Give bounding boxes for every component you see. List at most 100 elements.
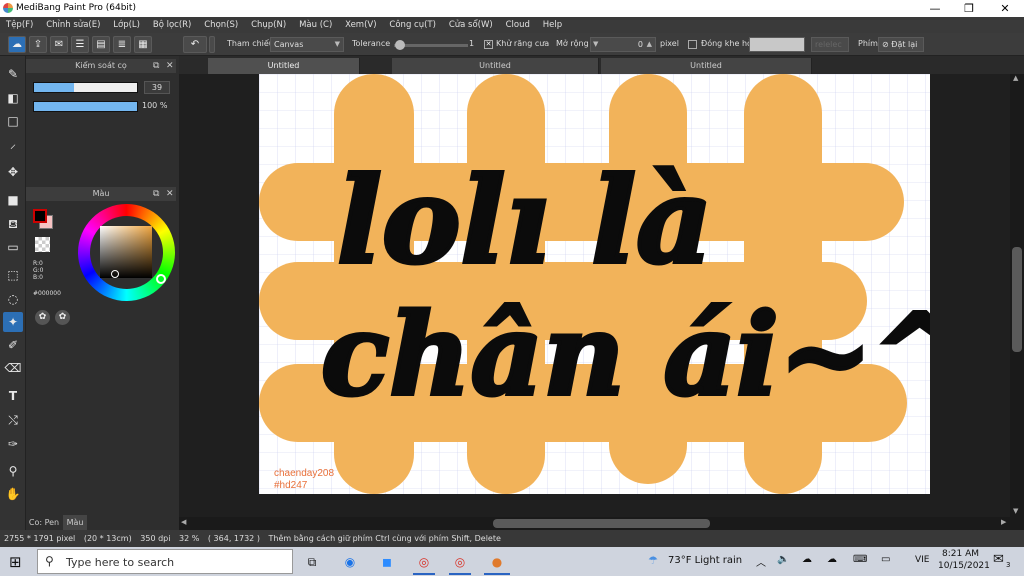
weather-text[interactable]: 73°F Light rain [668,555,742,566]
relelec-select[interactable]: relelec [811,37,849,52]
tolerance-knob[interactable] [395,40,406,50]
antialias-checkbox[interactable]: ✕ [484,40,493,49]
text-tool-icon[interactable]: T [3,386,23,406]
color-picker-ring[interactable] [111,270,119,278]
maximize-button[interactable]: ❐ [952,0,986,17]
input-language[interactable]: VIE [915,555,930,565]
cloud-icon[interactable]: ☁ [8,36,26,53]
expand-stepper[interactable]: ▼ 0 ▲ [590,37,656,52]
operation-tool-icon[interactable]: ⤭ [3,410,23,430]
notification-count: 3 [1006,561,1011,569]
scroll-up-icon[interactable]: ▲ [1013,74,1018,82]
tab-color[interactable]: Màu [63,515,87,530]
undock-icon[interactable]: ⧉ [153,59,159,73]
drawing-canvas[interactable]: lolı là chân ái~^ chaenday208 #hd247 [259,74,930,494]
dropper-tool-icon[interactable]: ✑ [3,434,23,454]
grid-icon[interactable]: ▦ [134,36,152,53]
panel-close-icon[interactable]: ✕ [166,187,174,201]
tolerance-slider[interactable] [394,40,468,50]
menu-select[interactable]: Chọn(S) [199,17,243,33]
list-icon[interactable]: ≣ [113,36,131,53]
menu-filter[interactable]: Bộ lọc(R) [148,17,197,33]
medibang-app-icon[interactable]: ● [486,551,508,573]
close-gap-input[interactable] [749,37,805,52]
taskbar-search-box[interactable]: ⚲ Type here to search [37,549,293,574]
tab-untitled-1[interactable]: Untitled [208,58,360,74]
menu-edit[interactable]: Chỉnh sửa(E) [41,17,105,33]
display-icon[interactable]: ▭ [881,554,890,565]
select-pen-icon[interactable]: ✐ [3,335,23,355]
message-icon[interactable]: ☰ [71,36,89,53]
menu-layer[interactable]: Lớp(L) [108,17,145,33]
vertical-scroll-thumb[interactable] [1012,247,1022,352]
chrome-profile-icon[interactable]: ◎ [449,551,471,573]
eyedropper-icon[interactable]: ⚲ [3,461,23,481]
horizontal-scroll-thumb[interactable] [493,519,710,528]
notifications-icon[interactable]: ✉ [993,552,1004,567]
magic-wand-icon[interactable]: ✦ [3,312,23,332]
hand-tool-icon[interactable]: ✋ [3,484,23,504]
undock-icon[interactable]: ⧉ [153,187,159,201]
saturation-value-square[interactable] [100,226,152,278]
bucket-tool-icon[interactable]: ⛾ [3,214,23,234]
select-eraser-icon[interactable]: ⌫ [3,358,23,378]
dot-tool-icon[interactable]: ⸝ [3,134,23,154]
onedrive-icon[interactable]: ☁ [827,554,837,565]
transparent-swatch[interactable] [35,237,50,252]
reference-select[interactable]: Canvas ▼ [270,37,344,52]
move-tool-icon[interactable]: ✥ [3,162,23,182]
comment-icon[interactable]: ✉ [50,36,68,53]
select-rect-icon[interactable]: ⬚ [3,265,23,285]
menu-color[interactable]: Màu (C) [294,17,337,33]
hue-wheel[interactable] [78,204,175,301]
horizontal-scrollbar[interactable]: ◀ ▶ [179,517,1024,530]
windows-start-icon[interactable]: ⊞ [9,553,22,571]
menu-file[interactable]: Tệp(F) [0,17,38,33]
menu-help[interactable]: Help [538,17,567,33]
edge-browser-icon[interactable]: ◉ [339,551,361,573]
rectangle-tool-icon[interactable]: □ [3,111,23,131]
panel-close-icon[interactable]: ✕ [166,59,174,73]
foreground-color-swatch[interactable] [33,209,47,223]
menu-cloud[interactable]: Cloud [501,17,535,33]
tray-expand-icon[interactable]: ︿ [756,554,766,569]
menu-snap[interactable]: Chụp(N) [246,17,291,33]
scroll-left-icon[interactable]: ◀ [181,518,186,526]
hue-picker-ring[interactable] [156,274,166,284]
fill-shape-tool-icon[interactable]: ■ [3,190,23,210]
tab-untitled-3[interactable]: Untitled [601,58,812,74]
chrome-icon[interactable]: ◎ [413,551,435,573]
eraser-tool-icon[interactable]: ◧ [3,88,23,108]
clock-time[interactable]: 8:21 AM [942,549,979,559]
undo-icon[interactable]: ↶ [183,36,207,53]
document-icon[interactable]: ▤ [92,36,110,53]
palette-icon[interactable]: ✿ [35,310,50,325]
gradient-tool-icon[interactable]: ▭ [3,237,23,257]
vertical-scrollbar[interactable]: ▲ ▼ [1010,74,1024,518]
palette-add-icon[interactable]: ✿ [55,310,70,325]
brush-opacity-slider[interactable] [33,101,138,112]
menu-window[interactable]: Cửa sổ(W) [444,17,498,33]
menu-view[interactable]: Xem(V) [340,17,381,33]
volume-icon[interactable]: 🔈 [777,554,789,565]
tab-untitled-2[interactable]: Untitled [392,58,599,74]
brush-size-slider[interactable] [33,82,138,93]
weather-icon[interactable]: ☂ [648,554,658,567]
network-icon[interactable]: ☁ [802,554,812,565]
menu-tools[interactable]: Công cụ(T) [384,17,441,33]
close-gap-checkbox[interactable] [688,40,697,49]
clock-date[interactable]: 10/15/2021 [938,561,990,571]
brush-tool-icon[interactable]: ✎ [3,64,23,84]
reset-button[interactable]: ⊘ Đặt lại [878,37,924,52]
scroll-down-icon[interactable]: ▼ [1013,507,1018,515]
close-button[interactable]: ✕ [988,0,1022,17]
lasso-icon[interactable]: ◌ [3,289,23,309]
zoom-app-icon[interactable]: ◼ [376,551,398,573]
share-icon[interactable]: ⇪ [29,36,47,53]
tab-brush[interactable]: Co: Pen [26,515,62,530]
keyboard-icon[interactable]: ⌨ [853,554,867,565]
task-view-icon[interactable]: ⧉ [301,551,323,573]
scroll-right-icon[interactable]: ▶ [1001,518,1006,526]
minimize-button[interactable]: — [918,0,952,17]
brush-size-value[interactable]: 39 [144,81,170,94]
